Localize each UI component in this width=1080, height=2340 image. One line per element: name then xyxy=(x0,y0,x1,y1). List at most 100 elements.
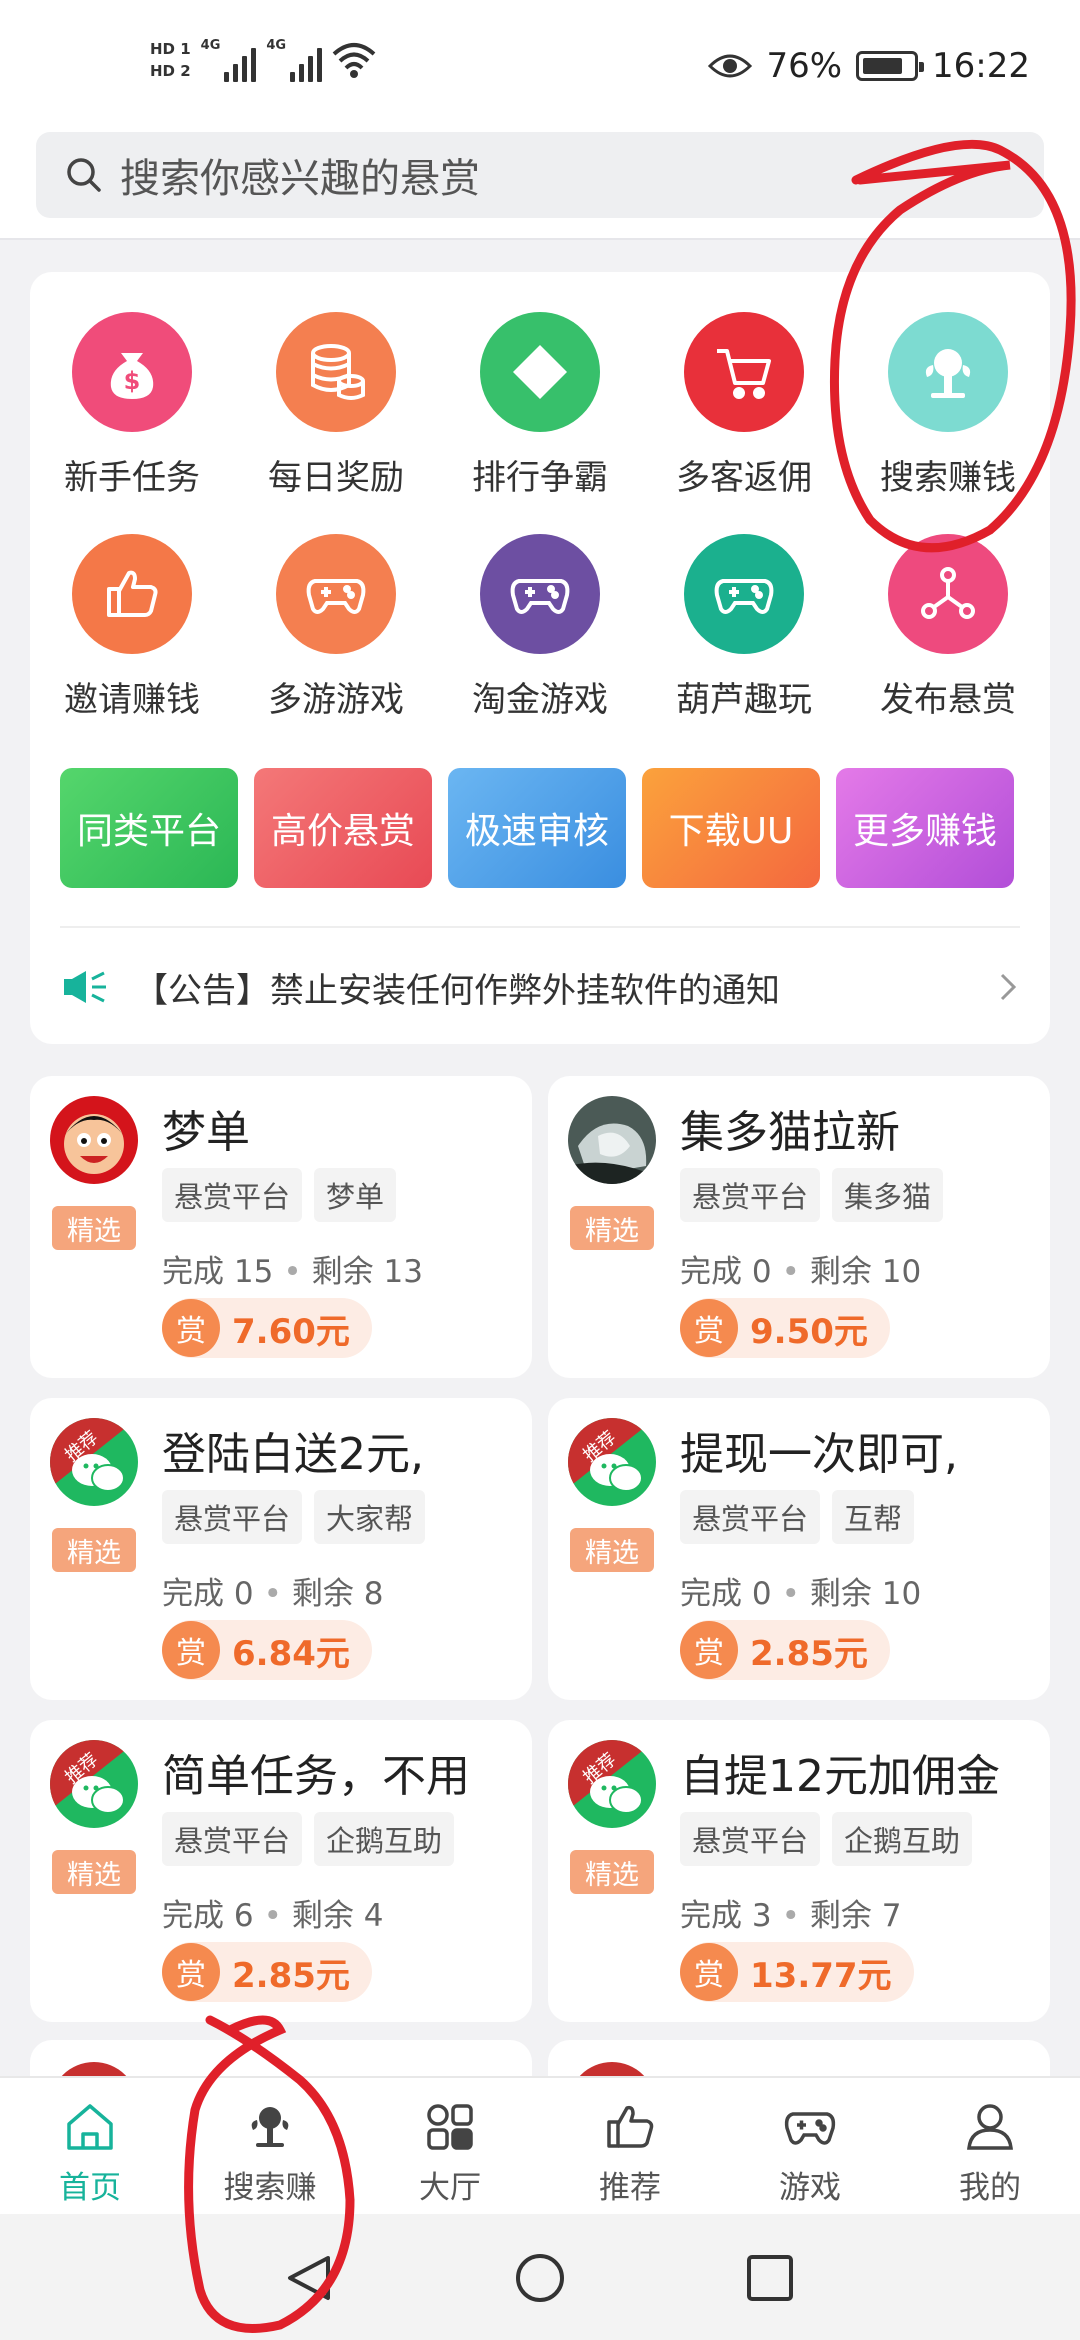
task-card[interactable]: 推荐 精选 提现一次即可, 悬赏平台 互帮 完成 0 • 剩余 10 赏 2.85元 xyxy=(548,1398,1050,1700)
gamepad-icon xyxy=(784,2112,836,2145)
action-taojin-games[interactable]: 淘金游戏 xyxy=(438,534,642,756)
action-hulu-fun[interactable]: 葫芦趣玩 xyxy=(642,534,846,756)
reward-badge: 赏 xyxy=(162,1621,220,1679)
net1-label: 4G xyxy=(200,38,221,53)
task-title: 简单任务，不用 xyxy=(162,1751,470,1802)
task-tag: 悬赏平台 xyxy=(162,1168,303,1222)
back-icon[interactable] xyxy=(282,2252,338,2304)
featured-badge: 精选 xyxy=(52,1850,136,1894)
recents-icon[interactable] xyxy=(742,2252,798,2304)
home-nav-icon[interactable] xyxy=(512,2252,568,2304)
diamond-icon xyxy=(480,312,600,432)
chip-fast-review[interactable]: 极速审核 xyxy=(448,768,626,888)
battery-icon xyxy=(856,51,925,81)
action-search-earn[interactable]: 搜索赚钱 xyxy=(846,312,1050,534)
svg-text:$: $ xyxy=(124,367,141,395)
task-card-partial[interactable] xyxy=(30,2040,532,2080)
action-label: 搜索赚钱 xyxy=(880,458,1016,498)
tab-games[interactable]: 游戏 xyxy=(720,2078,900,2214)
action-duoyou-games[interactable]: 多游游戏 xyxy=(234,534,438,756)
task-tag: 企鹅互助 xyxy=(314,1812,455,1866)
tab-search-earn[interactable]: 搜索赚 xyxy=(180,2078,360,2214)
reward-pill: 赏 2.85元 xyxy=(162,1942,372,2002)
action-label: 每日奖励 xyxy=(268,458,404,498)
action-label: 新手任务 xyxy=(64,458,200,498)
reward-amount: 9.50元 xyxy=(750,1311,868,1352)
task-tag: 梦单 xyxy=(314,1168,397,1222)
featured-badge: 精选 xyxy=(570,1206,654,1250)
quick-actions-card: $ 新手任务 每日奖励 排行争霸 多客返佣 搜索赚钱 邀请赚钱 多游游戏 淘金游… xyxy=(30,272,1050,1044)
action-label: 淘金游戏 xyxy=(472,680,608,720)
chip-more-earning[interactable]: 更多赚钱 xyxy=(836,768,1014,888)
featured-badge: 精选 xyxy=(52,1206,136,1250)
task-title: 梦单 xyxy=(162,1107,250,1158)
task-avatar: 推荐 xyxy=(50,1740,138,1828)
left-label: 剩余 xyxy=(809,1898,872,1934)
share-nodes-icon xyxy=(888,534,1008,654)
done-count: 3 xyxy=(751,1898,772,1934)
action-daily-reward[interactable]: 每日奖励 xyxy=(234,312,438,534)
tab-mine[interactable]: 我的 xyxy=(900,2078,1080,2214)
chip-similar-platforms[interactable]: 同类平台 xyxy=(60,768,238,888)
task-card[interactable]: 推荐 精选 自提12元加佣金 悬赏平台 企鹅互助 完成 3 • 剩余 7 赏 13.77元 xyxy=(548,1720,1050,2022)
chip-download-uu[interactable]: 下载UU xyxy=(642,768,820,888)
left-count: 7 xyxy=(881,1898,902,1934)
battery-percent: 76% xyxy=(766,46,843,86)
task-stats: 完成 0 • 剩余 8 xyxy=(162,1576,384,1612)
left-label: 剩余 xyxy=(291,1576,354,1612)
reward-amount: 2.85元 xyxy=(750,1633,868,1674)
task-tag: 悬赏平台 xyxy=(680,1168,821,1222)
task-tag: 悬赏平台 xyxy=(680,1812,821,1866)
search-money-icon xyxy=(251,2107,289,2147)
gamepad-icon xyxy=(276,534,396,654)
action-newbie-task[interactable]: $ 新手任务 xyxy=(30,312,234,534)
chip-high-bounty[interactable]: 高价悬赏 xyxy=(254,768,432,888)
reward-amount: 7.60元 xyxy=(232,1311,350,1352)
reward-pill: 赏 13.77元 xyxy=(680,1942,914,2002)
task-stats: 完成 3 • 剩余 7 xyxy=(680,1898,902,1934)
done-label: 完成 xyxy=(162,1898,224,1934)
action-label: 葫芦趣玩 xyxy=(676,680,812,720)
action-label: 多游游戏 xyxy=(268,680,404,720)
task-card[interactable]: 精选 集多猫拉新 悬赏平台 集多猫 完成 0 • 剩余 10 赏 9.50元 xyxy=(548,1076,1050,1378)
clock: 16:22 xyxy=(932,46,1030,86)
action-post-bounty[interactable]: 发布悬赏 xyxy=(846,534,1050,756)
coins-stack-icon xyxy=(276,312,396,432)
tab-recommend[interactable]: 推荐 xyxy=(540,2078,720,2214)
task-avatar: 推荐 xyxy=(568,1740,656,1828)
task-card[interactable]: 推荐 精选 登陆白送2元, 悬赏平台 大家帮 完成 0 • 剩余 8 赏 6.84元 xyxy=(30,1398,532,1700)
bottom-tab-bar: 首页 搜索赚 大厅 推荐 游戏 我的 xyxy=(0,2076,1080,2214)
action-invite[interactable]: 邀请赚钱 xyxy=(30,534,234,756)
hd2-indicator: HD 2 xyxy=(150,62,191,80)
action-rebate[interactable]: 多客返佣 xyxy=(642,312,846,534)
task-card-partial[interactable] xyxy=(548,2040,1050,2080)
tab-home[interactable]: 首页 xyxy=(0,2078,180,2214)
task-avatar xyxy=(50,1096,138,1184)
done-count: 0 xyxy=(233,1576,254,1612)
announcement-bar[interactable]: 【公告】禁止安装任何作弊外挂软件的通知 xyxy=(60,932,1020,1042)
announcement-text: 【公告】禁止安装任何作弊外挂软件的通知 xyxy=(134,970,780,1011)
left-label: 剩余 xyxy=(809,1254,872,1290)
task-card[interactable]: 推荐 精选 简单任务，不用 悬赏平台 企鹅互助 完成 6 • 剩余 4 赏 2.85元 xyxy=(30,1720,532,2022)
tab-label: 游戏 xyxy=(779,2170,841,2206)
done-label: 完成 xyxy=(162,1576,224,1612)
status-bar: HD 1 HD 2 4G 4G 76% 16:22 xyxy=(0,0,1080,128)
done-count: 15 xyxy=(233,1254,274,1290)
action-leaderboard[interactable]: 排行争霸 xyxy=(438,312,642,534)
done-count: 0 xyxy=(751,1576,772,1612)
tab-label: 我的 xyxy=(959,2170,1021,2206)
featured-badge: 精选 xyxy=(570,1850,654,1894)
task-tag: 大家帮 xyxy=(314,1490,426,1544)
eye-comfort-icon xyxy=(708,54,753,78)
task-card[interactable]: 精选 梦单 悬赏平台 梦单 完成 15 • 剩余 13 赏 7.60元 xyxy=(30,1076,532,1378)
left-count: 4 xyxy=(363,1898,384,1934)
task-stats: 完成 6 • 剩余 4 xyxy=(162,1898,384,1934)
profile-icon xyxy=(967,2104,1013,2150)
reward-badge: 赏 xyxy=(680,1943,738,2001)
thumbs-up-icon xyxy=(72,534,192,654)
wifi-icon xyxy=(332,43,376,78)
action-label: 发布悬赏 xyxy=(880,680,1016,720)
tab-hall[interactable]: 大厅 xyxy=(360,2078,540,2214)
megaphone-icon xyxy=(64,971,106,1003)
search-input[interactable]: 搜索你感兴趣的悬赏 xyxy=(36,132,1044,218)
